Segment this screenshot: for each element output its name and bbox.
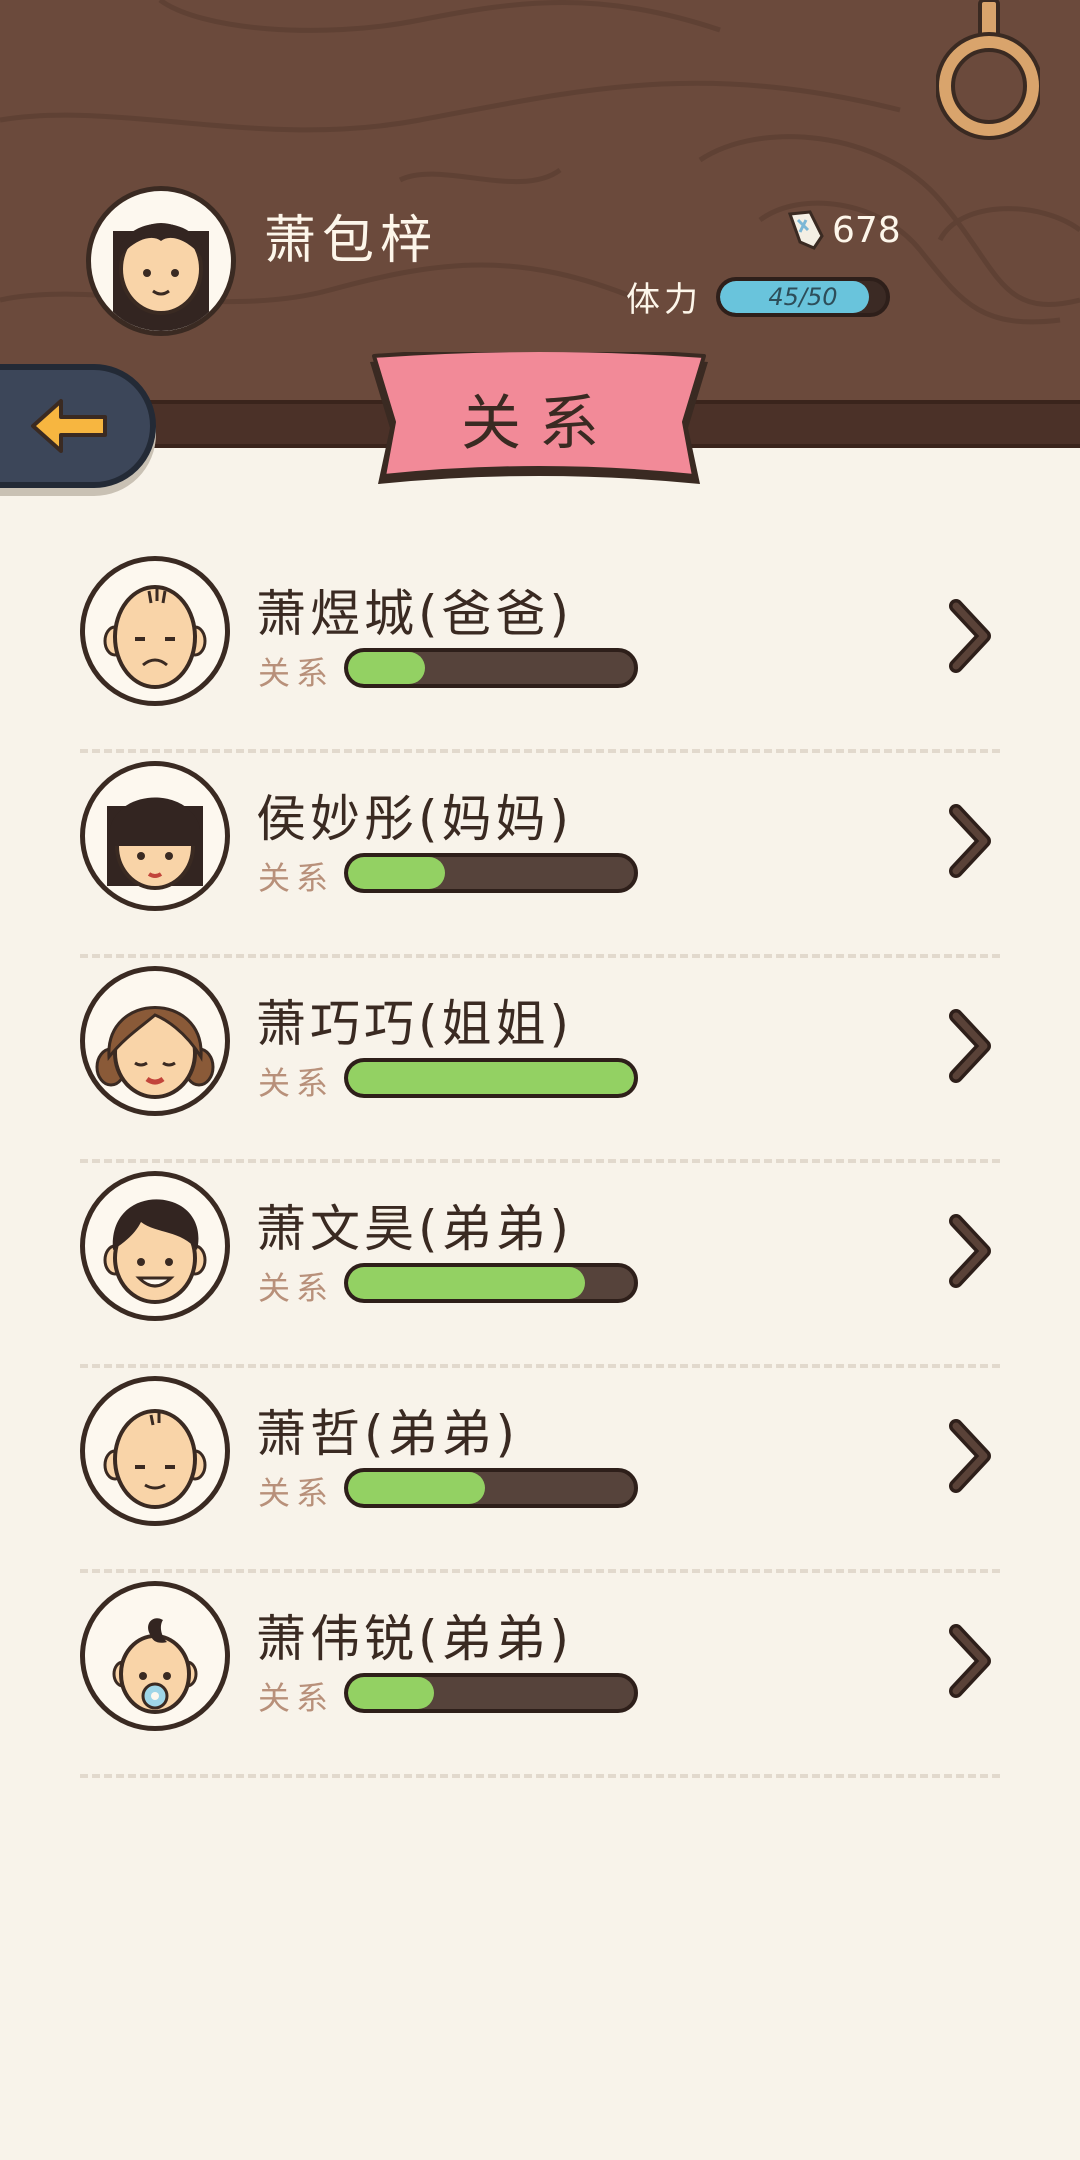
relation-fill xyxy=(348,1677,434,1709)
relation-bar xyxy=(344,1468,638,1508)
brother-face-icon xyxy=(103,1199,207,1304)
relation-fill xyxy=(348,1472,486,1504)
relation-label: 关系 xyxy=(258,1679,335,1717)
baby-face-icon xyxy=(112,1618,198,1714)
relation-fill xyxy=(348,652,426,684)
list-item[interactable]: 侯妙彤(妈妈) 关系 xyxy=(80,753,1000,958)
player-avatar[interactable] xyxy=(86,186,236,336)
relation-bar xyxy=(344,1673,638,1713)
stamina: 体力 45/50 xyxy=(626,272,890,321)
relation-label: 关系 xyxy=(258,1474,335,1512)
chevron-right-icon xyxy=(949,1419,991,1493)
avatar xyxy=(80,761,230,911)
father-face-icon xyxy=(103,585,207,689)
relation-bar xyxy=(344,1058,638,1098)
chevron-right-icon xyxy=(949,599,991,673)
relation-label: 关系 xyxy=(258,1064,335,1102)
back-button[interactable] xyxy=(0,364,156,488)
player-name: 萧包梓 xyxy=(264,211,439,271)
stamina-bar: 45/50 xyxy=(716,276,890,317)
title-ribbon: 关系 xyxy=(364,348,714,494)
girl-face-icon xyxy=(113,223,209,331)
avatar xyxy=(80,556,230,706)
relation-label: 关系 xyxy=(258,1269,335,1307)
avatar xyxy=(80,1171,230,1321)
chevron-right-icon xyxy=(949,1624,991,1698)
page-title: 关系 xyxy=(461,388,617,459)
chevron-right-icon xyxy=(949,1009,991,1083)
chevron-right-icon xyxy=(949,1214,991,1288)
list-item[interactable]: 萧哲(弟弟) 关系 xyxy=(80,1368,1000,1573)
relation-bar xyxy=(344,648,638,688)
currency-value: 678 xyxy=(832,209,901,251)
relation-label: 关系 xyxy=(258,654,335,692)
relation-bar xyxy=(344,1263,638,1303)
list-item[interactable]: 萧巧巧(姐姐) 关系 xyxy=(80,958,1000,1163)
arrow-left-icon xyxy=(31,399,107,453)
relative-name: 侯妙彤(妈妈) xyxy=(256,790,574,848)
list-item[interactable]: 萧伟锐(弟弟) 关系 xyxy=(80,1573,1000,1778)
avatar xyxy=(80,1581,230,1731)
avatar xyxy=(80,966,230,1116)
hanging-ring-icon xyxy=(936,0,1040,140)
relation-fill xyxy=(348,857,446,889)
avatar xyxy=(80,1376,230,1526)
relation-fill xyxy=(348,1062,634,1094)
relatives-list: 萧煜城(爸爸) 关系 侯妙彤(妈妈) 关系 萧巧巧(姐姐) 关系 萧文昊(弟弟)… xyxy=(80,548,1000,1778)
relative-name: 萧哲(弟弟) xyxy=(256,1405,520,1463)
relative-name: 萧巧巧(姐姐) xyxy=(256,995,574,1053)
list-item[interactable]: 萧煜城(爸爸) 关系 xyxy=(80,548,1000,753)
currency-display: 678 xyxy=(784,206,901,254)
chevron-right-icon xyxy=(949,804,991,878)
stamina-label: 体力 xyxy=(626,280,702,320)
relation-bar xyxy=(344,853,638,893)
mother-face-icon xyxy=(107,797,203,890)
relative-name: 萧文昊(弟弟) xyxy=(256,1200,574,1258)
paper-ticket-icon xyxy=(787,210,824,250)
relation-label: 关系 xyxy=(258,859,335,897)
list-item[interactable]: 萧文昊(弟弟) 关系 xyxy=(80,1163,1000,1368)
bald-brother-face-icon xyxy=(103,1409,207,1509)
stamina-text: 45/50 xyxy=(768,282,838,311)
relative-name: 萧伟锐(弟弟) xyxy=(256,1610,574,1668)
relative-name: 萧煜城(爸爸) xyxy=(256,585,574,643)
sister-face-icon xyxy=(95,1006,215,1099)
relation-fill xyxy=(348,1267,586,1299)
